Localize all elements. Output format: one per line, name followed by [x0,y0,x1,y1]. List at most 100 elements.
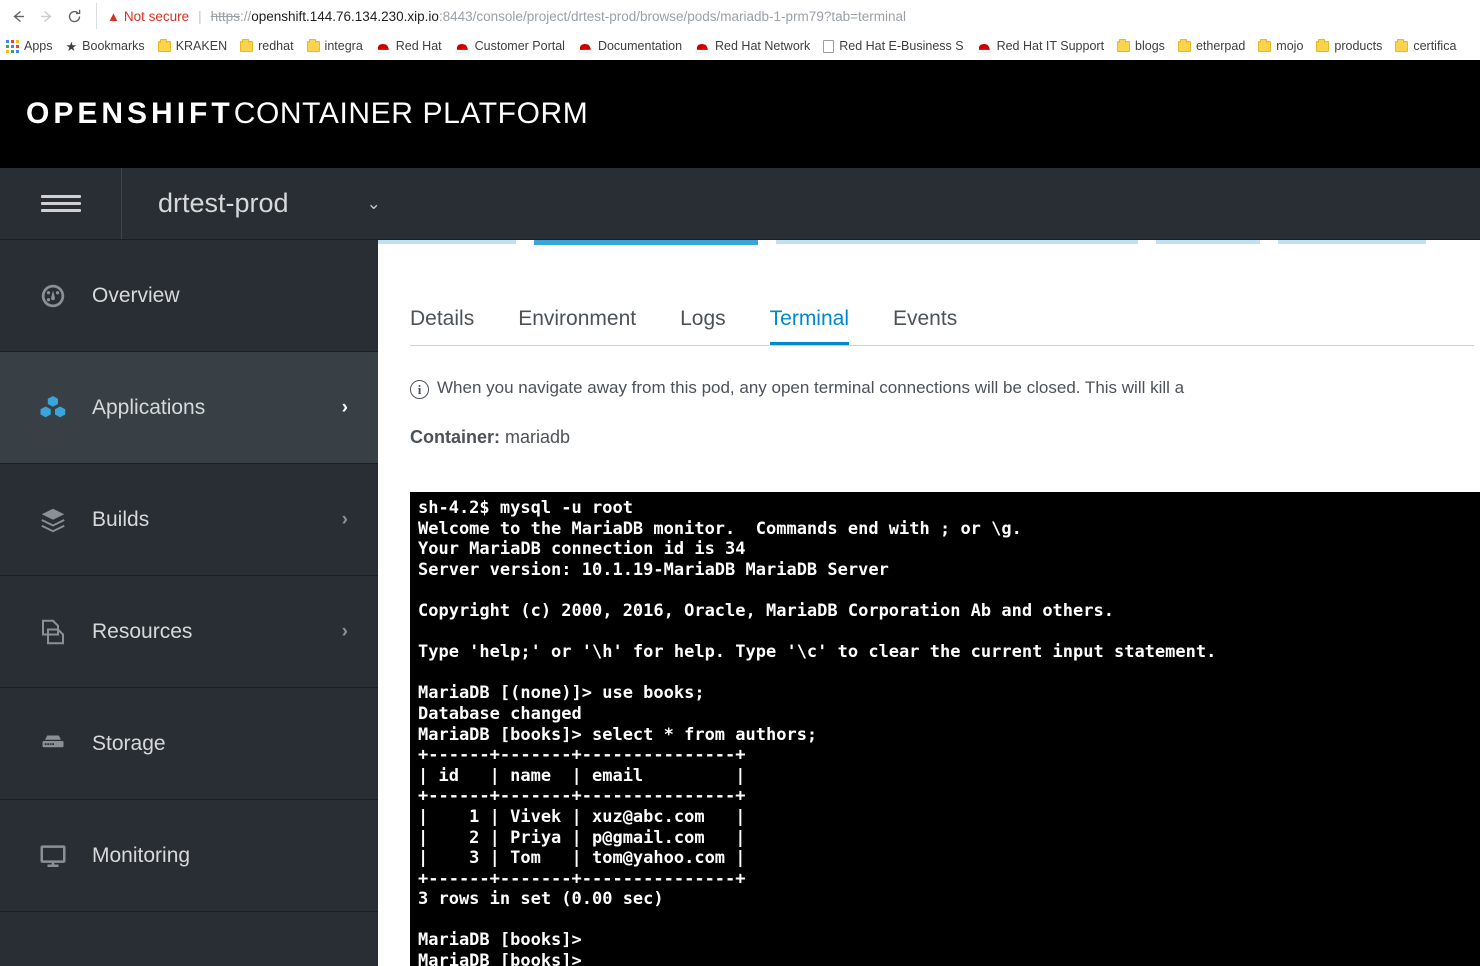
sidebar-item-label: Applications [92,395,206,419]
brand-container-platform: CONTAINER PLATFORM [233,97,589,130]
bookmark-mojo[interactable]: mojo [1258,38,1304,53]
bookmark-label: Red Hat IT Support [996,39,1105,53]
ghost-tab-5 [1278,240,1426,244]
reload-icon[interactable] [60,2,88,30]
sidebar-item-label: Builds [92,507,150,531]
bookmark-label: etherpad [1195,39,1246,53]
star-icon: ★ [65,38,78,54]
project-name: drtest-prod [158,188,289,218]
scrolled-tab-underlines [378,240,1480,246]
terminal-warning-notice: i When you navigate away from this pod, … [410,378,1480,399]
bookmark-red-hat-network[interactable]: Red Hat Network [695,39,810,53]
omnibox-divider: | [198,8,202,24]
sidebar-nav: Overview Applications › Builds › Resourc… [0,240,378,966]
sidebar-filler [0,912,378,966]
sidebar-item-label: Overview [92,283,180,307]
project-bar: drtest-prod ⌄ [0,168,1480,240]
forward-arrow-icon [32,2,60,30]
ghost-tab-4 [1156,240,1260,244]
notice-text: When you navigate away from this pod, an… [437,378,1185,397]
folder-icon [157,38,171,52]
bookmark-label: products [1334,39,1383,53]
url-path: :8443/console/project/drtest-prod/browse… [438,8,906,24]
bookmark-kraken[interactable]: KRAKEN [157,38,228,53]
tab-events[interactable]: Events [893,307,957,345]
tab-terminal[interactable]: Terminal [769,307,849,345]
redhat-shadowman-icon [977,40,992,53]
sidebar-item-overview[interactable]: Overview [0,240,378,352]
bookmark-label: certifica [1413,39,1457,53]
not-secure-warning-icon: ▲ [107,8,120,24]
bookmark-certifica[interactable]: certifica [1395,38,1457,53]
folder-icon [1177,38,1191,52]
chevron-down-icon: ⌄ [366,193,381,213]
bookmark-bookmarks[interactable]: ★ Bookmarks [66,39,145,53]
apps-grid-icon [6,39,19,53]
url-scheme: https [210,8,240,24]
redhat-shadowman-icon [695,40,710,53]
bookmark-red-hat-e-business[interactable]: Red Hat E-Business S [823,39,964,53]
bookmark-apps[interactable]: Apps [6,39,53,53]
sidebar-item-label: Storage [92,731,166,755]
browser-toolbar: ▲ Not secure | https://openshift.144.76.… [0,0,1480,32]
chevron-right-icon: › [341,508,348,530]
container-name: mariadb [505,427,571,447]
bookmark-label: Bookmarks [82,39,145,53]
sidebar-item-builds[interactable]: Builds › [0,464,378,576]
bookmark-label: Red Hat [395,39,442,53]
project-selector[interactable]: drtest-prod ⌄ [122,168,1480,239]
chevron-right-icon: › [341,396,348,418]
bookmark-label: Red Hat E-Business S [839,39,964,53]
sidebar-item-label: Resources [92,619,193,643]
openshift-logo: OPENSHIFTCONTAINER PLATFORM [26,97,588,131]
ghost-tab-2 [534,240,758,245]
sidebar-item-monitoring[interactable]: Monitoring [0,800,378,912]
hamburger-menu-icon[interactable] [0,168,122,239]
bookmark-label: KRAKEN [175,39,228,53]
sidebar-item-label: Monitoring [92,843,191,867]
bookmark-red-hat-it-support[interactable]: Red Hat IT Support [977,39,1104,53]
bookmark-label: Customer Portal [474,39,565,53]
bookmark-documentation[interactable]: Documentation [578,39,682,53]
security-status-label: Not secure [123,8,190,24]
bookmarks-bar: Apps ★ Bookmarks KRAKEN redhat integra R… [0,32,1480,60]
bookmark-redhat[interactable]: redhat [240,38,294,53]
bookmark-label: Red Hat Network [715,39,811,53]
tab-logs[interactable]: Logs [680,307,726,345]
container-label: Container: [410,427,500,447]
bookmark-label: Documentation [597,39,683,53]
url-host: openshift.144.76.134.230.xip.io [251,8,439,24]
bookmark-etherpad[interactable]: etherpad [1177,38,1246,53]
cubes-icon [36,391,70,425]
back-arrow-icon[interactable] [4,2,32,30]
info-circle-icon: i [410,380,429,399]
address-bar[interactable]: ▲ Not secure | https://openshift.144.76.… [96,3,1474,29]
bookmark-label: mojo [1276,39,1304,53]
browser-chrome: ▲ Not secure | https://openshift.144.76.… [0,0,1480,60]
bookmark-integra[interactable]: integra [306,38,363,53]
tab-environment[interactable]: Environment [518,307,636,345]
bookmark-red-hat[interactable]: Red Hat [376,39,442,53]
container-info: Container: mariadb [410,427,1480,448]
url-separator: :// [239,8,252,24]
bookmark-label: blogs [1135,39,1165,53]
chevron-right-icon: › [341,620,348,642]
tab-details[interactable]: Details [410,307,474,345]
redhat-shadowman-icon [578,40,593,53]
ghost-tab-3 [776,240,1138,244]
redhat-shadowman-icon [376,40,391,53]
bookmark-customer-portal[interactable]: Customer Portal [455,39,565,53]
sidebar-item-storage[interactable]: Storage [0,688,378,800]
pod-tabs: Details Environment Logs Terminal Events [410,298,1474,346]
terminal-output[interactable]: sh-4.2$ mysql -u root Welcome to the Mar… [410,492,1480,966]
folder-icon [240,38,254,52]
bookmark-label: Apps [24,39,53,53]
bookmark-products[interactable]: products [1316,38,1383,53]
page-icon [823,39,835,53]
brand-openshift: OPENSHIFT [26,97,234,130]
monitor-icon [36,839,70,873]
sidebar-item-resources[interactable]: Resources › [0,576,378,688]
bookmark-blogs[interactable]: blogs [1117,38,1165,53]
folder-icon [1316,38,1330,52]
sidebar-item-applications[interactable]: Applications › [0,352,378,464]
